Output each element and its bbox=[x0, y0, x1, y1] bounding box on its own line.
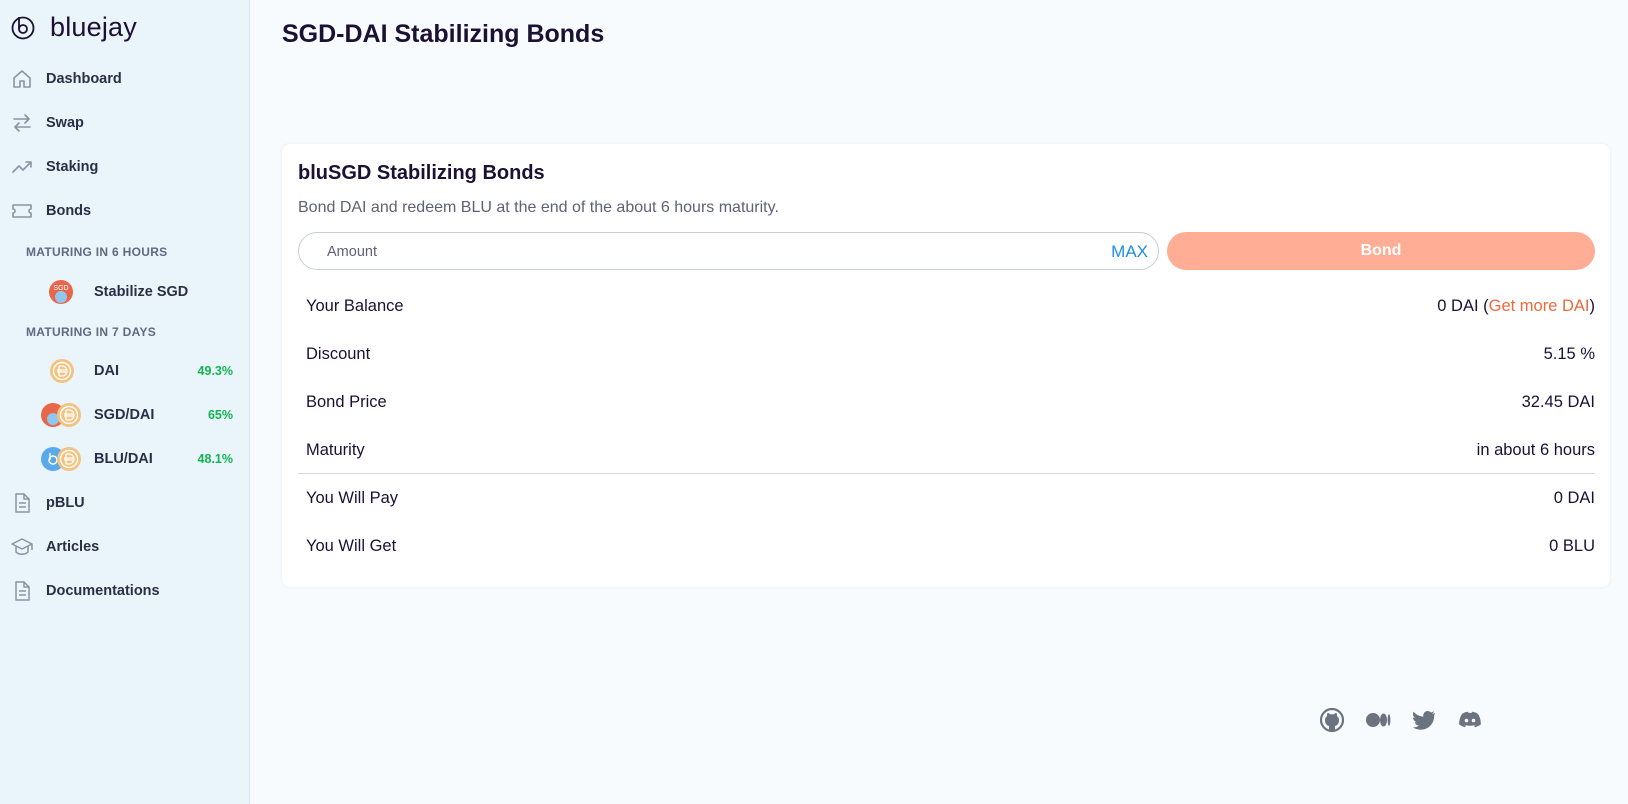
row-label: Bond Price bbox=[306, 392, 387, 411]
medium-icon[interactable] bbox=[1364, 706, 1392, 734]
nav-label: Bonds bbox=[46, 203, 92, 219]
graduation-cap-icon bbox=[11, 538, 33, 555]
bluejay-logo-icon bbox=[11, 16, 35, 40]
brand-name: bluejay bbox=[50, 11, 137, 42]
swap-arrows-icon bbox=[13, 114, 31, 132]
nav-label: pBLU bbox=[46, 495, 85, 511]
balance-row: Your Balance 0 DAI (Get more DAI) bbox=[298, 282, 1595, 330]
you-will-get-row: You Will Get 0 BLU bbox=[298, 522, 1595, 570]
discount-row: Discount 5.15 % bbox=[298, 330, 1595, 378]
nav-label: Documentations bbox=[46, 583, 160, 599]
nav-swap[interactable]: Swap bbox=[0, 103, 250, 143]
nav-label: Swap bbox=[46, 115, 84, 131]
card-title: bluSGD Stabilizing Bonds bbox=[298, 162, 545, 184]
sgd-token-icon: SGD bbox=[49, 280, 73, 304]
bond-card: bluSGD Stabilizing Bonds Bond DAI and re… bbox=[282, 144, 1610, 587]
section-heading: MATURING IN 7 DAYS bbox=[26, 325, 157, 339]
row-value: 5.15 % bbox=[1543, 344, 1595, 363]
home-icon bbox=[13, 70, 31, 88]
row-value: 0 DAI bbox=[1553, 488, 1595, 507]
nav-bonds[interactable]: Bonds bbox=[0, 191, 250, 231]
twitter-icon[interactable] bbox=[1410, 706, 1438, 734]
apy-value: 48.1% bbox=[197, 452, 233, 466]
nav-label: Dashboard bbox=[46, 71, 122, 87]
amount-field[interactable]: MAX bbox=[298, 232, 1159, 270]
bond-item-label: SGD/DAI bbox=[94, 407, 155, 423]
balance-amount: 0 DAI ( bbox=[1437, 296, 1489, 315]
row-value: in about 6 hours bbox=[1476, 440, 1595, 459]
document-icon bbox=[15, 581, 30, 601]
apy-value: 49.3% bbox=[197, 364, 233, 378]
row-label: Maturity bbox=[306, 440, 365, 459]
trending-up-icon bbox=[12, 161, 32, 173]
row-value: 32.45 DAI bbox=[1521, 392, 1595, 411]
row-label: You Will Get bbox=[306, 536, 397, 555]
max-button[interactable]: MAX bbox=[1111, 242, 1148, 262]
bond-item-blu-dai[interactable]: BLU/DAI 48.1% bbox=[0, 441, 250, 477]
bond-button[interactable]: Bond bbox=[1167, 232, 1595, 270]
row-label: You Will Pay bbox=[306, 488, 399, 507]
nav-label: Staking bbox=[46, 159, 99, 175]
row-label: Your Balance bbox=[306, 296, 404, 315]
brand-logo[interactable]: bluejay bbox=[10, 10, 137, 44]
sidebar: bluejay Dashboard Swap Staking Bonds MAT… bbox=[0, 0, 250, 804]
ticket-icon bbox=[12, 204, 32, 218]
section-heading: MATURING IN 6 HOURS bbox=[26, 245, 168, 259]
nav-label: Articles bbox=[46, 539, 100, 555]
bond-item-dai[interactable]: DAI 49.3% bbox=[0, 353, 250, 389]
balance-suffix: ) bbox=[1589, 296, 1596, 315]
dai-token-icon bbox=[50, 359, 74, 383]
nav-pblu[interactable]: pBLU bbox=[0, 483, 250, 523]
nav-dashboard[interactable]: Dashboard bbox=[0, 59, 250, 99]
nav-staking[interactable]: Staking bbox=[0, 147, 250, 187]
bond-price-row: Bond Price 32.45 DAI bbox=[298, 378, 1595, 426]
social-links bbox=[1318, 706, 1502, 734]
get-more-dai-link[interactable]: Get more DAI bbox=[1489, 297, 1590, 315]
bond-item-label: DAI bbox=[94, 363, 119, 379]
github-icon[interactable] bbox=[1318, 706, 1346, 734]
sgd-dai-lp-icon bbox=[41, 403, 81, 427]
you-will-pay-row: You Will Pay 0 DAI bbox=[298, 474, 1595, 522]
amount-input[interactable] bbox=[327, 242, 1087, 262]
bond-item-sgd-dai[interactable]: SGD/DAI 65% bbox=[0, 397, 250, 433]
bond-item-label: BLU/DAI bbox=[94, 451, 153, 467]
row-value: 0 BLU bbox=[1549, 536, 1595, 555]
bond-item-label: Stabilize SGD bbox=[94, 284, 189, 300]
bond-item-stabilize-sgd[interactable]: SGD Stabilize SGD bbox=[0, 274, 250, 310]
document-icon bbox=[15, 493, 30, 513]
page-title: SGD-DAI Stabilizing Bonds bbox=[282, 20, 605, 48]
card-subtitle: Bond DAI and redeem BLU at the end of th… bbox=[298, 199, 779, 216]
row-label: Discount bbox=[306, 344, 371, 363]
svg-text:SGD: SGD bbox=[53, 285, 68, 292]
maturity-row: Maturity in about 6 hours bbox=[298, 426, 1595, 474]
discord-icon[interactable] bbox=[1456, 706, 1484, 734]
blu-dai-lp-icon bbox=[41, 447, 81, 471]
balance-value: 0 DAI (Get more DAI) bbox=[1437, 297, 1595, 316]
apy-value: 65% bbox=[207, 408, 233, 422]
nav-articles[interactable]: Articles bbox=[0, 527, 250, 567]
nav-documentations[interactable]: Documentations bbox=[0, 571, 250, 611]
